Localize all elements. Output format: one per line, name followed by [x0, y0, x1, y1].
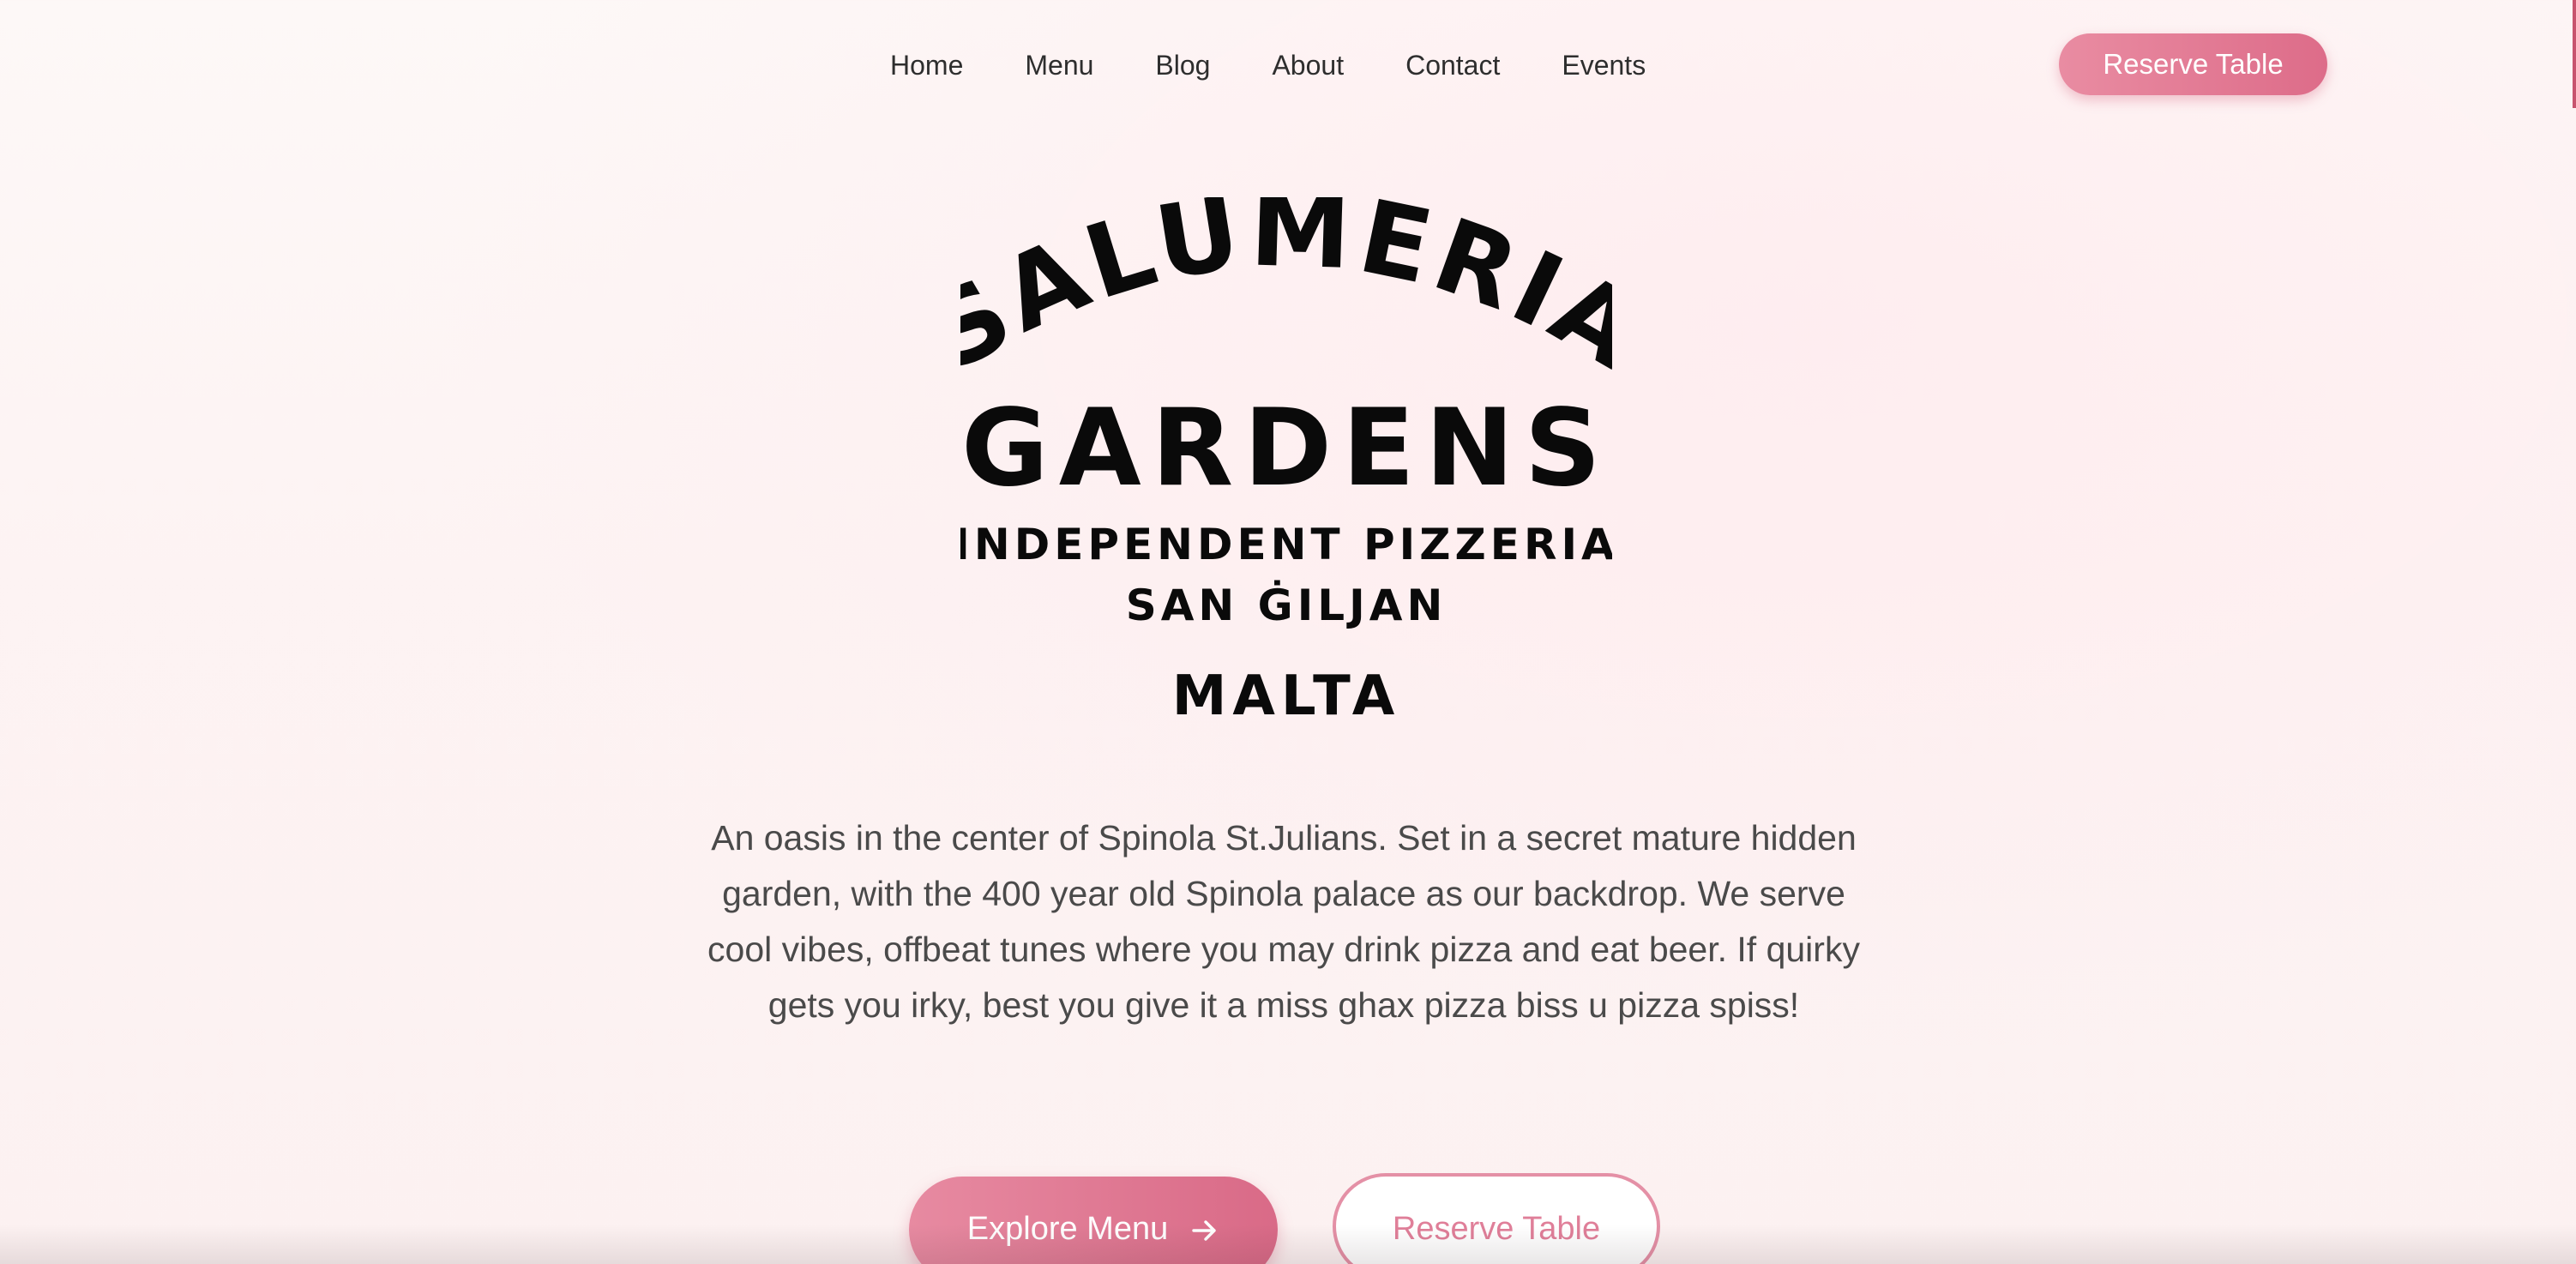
logo-line-independent-pizzeria: INDEPENDENT PIZZERIA	[960, 520, 1612, 569]
explore-menu-button[interactable]: Explore Menu	[909, 1177, 1278, 1264]
salumeria-gardens-logo: SALUMERIA GARDENS INDEPENDENT PIZZERIA S…	[960, 197, 1612, 746]
main-navigation: Home Menu Blog About Contact Events	[890, 34, 1646, 96]
logo-line-salumeria: SALUMERIA	[960, 197, 1612, 394]
scrollbar-edge	[2573, 0, 2576, 108]
bottom-edge-shadow	[0, 1225, 2576, 1264]
nav-menu-link[interactable]: Menu	[1025, 50, 1093, 81]
intro-paragraph: An oasis in the center of Spinola St.Jul…	[707, 818, 1860, 1025]
nav-home-link[interactable]: Home	[890, 50, 963, 81]
logo-line-gardens: GARDENS	[961, 387, 1611, 510]
nav-blog-link[interactable]: Blog	[1155, 50, 1210, 81]
arrow-right-icon	[1190, 1216, 1219, 1245]
explore-menu-label: Explore Menu	[966, 1211, 1169, 1247]
nav-events-link[interactable]: Events	[1562, 50, 1646, 81]
reserve-table-button[interactable]: Reserve Table	[2059, 33, 2327, 95]
reserve-table-outline-button[interactable]: Reserve Table	[1333, 1173, 1660, 1264]
logo-line-malta: MALTA	[1172, 665, 1401, 728]
nav-about-link[interactable]: About	[1272, 50, 1344, 81]
logo-line-san-giljan: SAN ĠILJAN	[1126, 580, 1447, 630]
nav-contact-link[interactable]: Contact	[1405, 50, 1500, 81]
